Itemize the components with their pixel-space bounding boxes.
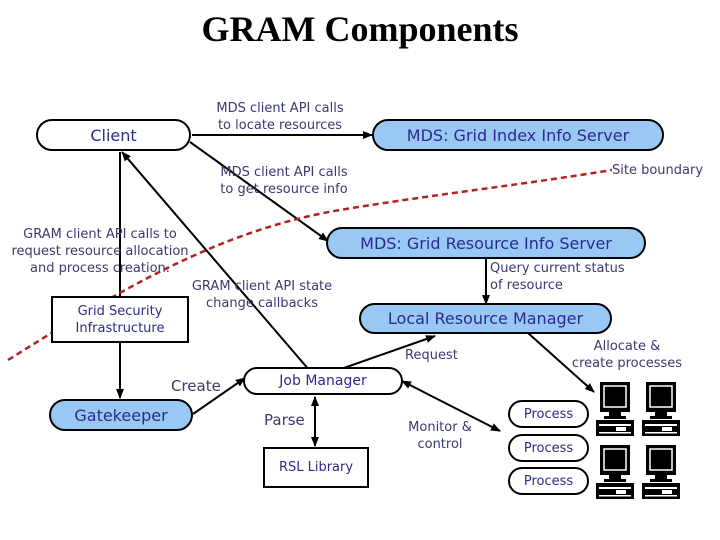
label-line: GRAM client API state <box>191 279 333 294</box>
gatekeeper-label: Gatekeeper <box>74 405 168 425</box>
index-server-node: MDS: Grid Index Info Server <box>372 119 664 151</box>
label-line: Monitor & <box>408 420 472 435</box>
index-server-label: MDS: Grid Index Info Server <box>406 125 630 145</box>
process-node: Process <box>508 400 589 428</box>
label-request: Request <box>405 348 458 363</box>
gsi-label-1: Grid Security <box>77 303 163 319</box>
label-line: Allocate & <box>593 339 661 354</box>
label-line: GRAM client API calls to <box>23 227 177 242</box>
label-parse: Parse <box>264 411 305 429</box>
resource-server-label: MDS: Grid Resource Info Server <box>360 233 612 253</box>
rsl-library-node: RSL Library <box>263 447 369 488</box>
job-manager-node: Job Manager <box>243 367 403 395</box>
label-line: Query current status <box>490 261 625 276</box>
computer-icon <box>595 444 635 500</box>
process-node: Process <box>508 467 589 495</box>
label-monitor: Monitor & control <box>400 419 480 453</box>
process-node: Process <box>508 434 589 462</box>
resource-server-node: MDS: Grid Resource Info Server <box>326 227 646 259</box>
client-node: Client <box>36 119 191 151</box>
computer-icon <box>595 381 635 437</box>
label-line: MDS client API calls <box>220 165 348 180</box>
label-line: change callbacks <box>206 296 318 311</box>
gsi-node: Grid Security Infrastructure <box>51 296 189 343</box>
label-site-boundary: Site boundary <box>612 163 704 178</box>
job-manager-label: Job Manager <box>279 373 367 389</box>
rsl-library-label: RSL Library <box>278 460 354 475</box>
label-query-status: Query current status of resource <box>490 260 625 294</box>
label-gram-request: GRAM client API calls to request resourc… <box>0 226 200 277</box>
label-line: to get resource info <box>220 182 348 197</box>
computer-icon <box>641 444 681 500</box>
label-line: request resource allocation <box>11 244 189 259</box>
label-line: MDS client API calls <box>216 101 344 116</box>
label-line: create processes <box>571 356 683 371</box>
label-line: to locate resources <box>217 118 343 133</box>
process-label: Process <box>523 406 574 422</box>
label-line: and process creation. <box>30 261 170 276</box>
label-create: Create <box>171 377 221 395</box>
computer-icon <box>641 381 681 437</box>
label-get-resource-info: MDS client API calls to get resource inf… <box>204 164 364 198</box>
local-resource-manager-node: Local Resource Manager <box>359 303 612 334</box>
gsi-label-2: Infrastructure <box>75 320 165 336</box>
label-line: control <box>417 437 463 452</box>
local-rm-label: Local Resource Manager <box>387 309 584 328</box>
gatekeeper-node: Gatekeeper <box>49 399 193 431</box>
client-label: Client <box>90 125 137 145</box>
label-locate-resources: MDS client API calls to locate resources <box>200 100 360 134</box>
label-line: of resource <box>490 278 563 293</box>
label-state-callbacks: GRAM client API state change callbacks <box>182 278 342 312</box>
label-allocate: Allocate & create processes <box>562 338 692 372</box>
process-label: Process <box>523 440 574 456</box>
process-label: Process <box>523 473 574 489</box>
